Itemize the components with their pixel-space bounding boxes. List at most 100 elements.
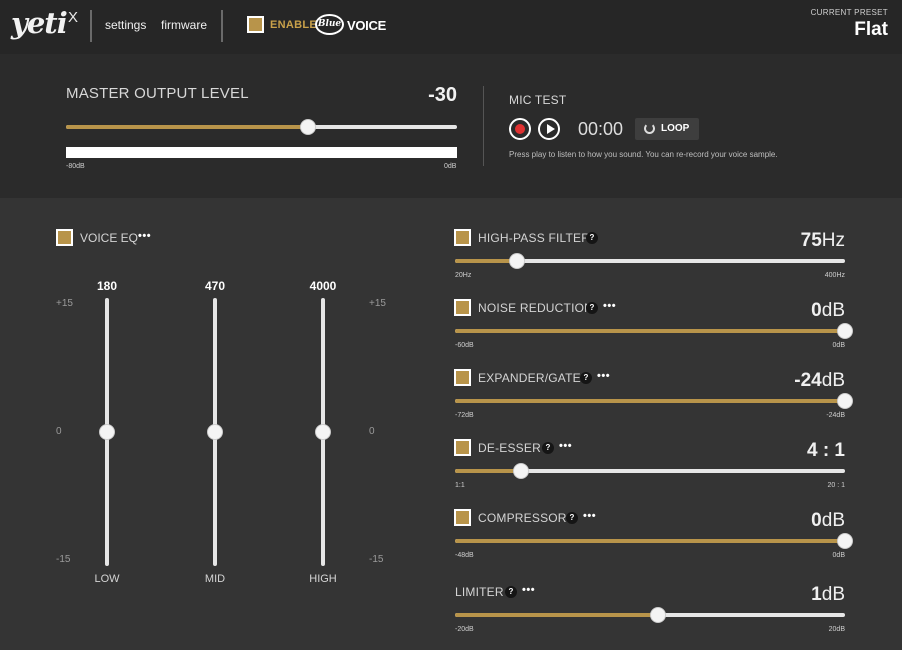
top-bar: yeti X settings firmware ENABLE Blue VOI… bbox=[0, 0, 902, 54]
help-icon[interactable]: ? bbox=[586, 302, 598, 314]
output-level-meter bbox=[66, 147, 457, 158]
yeti-x-suffix: X bbox=[68, 9, 79, 26]
noise-reduction-value: 0dB bbox=[811, 300, 845, 322]
limiter-knob[interactable] bbox=[649, 607, 666, 623]
record-button[interactable] bbox=[509, 118, 531, 140]
de-esser-slider[interactable] bbox=[455, 463, 845, 479]
limiter-value-number: 1 bbox=[811, 584, 822, 605]
voice-eq-checkbox[interactable] bbox=[56, 229, 73, 246]
eq-band-knob[interactable] bbox=[99, 424, 115, 440]
mic-test-title: MIC TEST bbox=[509, 93, 567, 107]
help-icon[interactable]: ? bbox=[542, 442, 554, 454]
expander-gate-slider[interactable] bbox=[455, 393, 853, 409]
eq-scale-mid: 0 bbox=[369, 426, 375, 437]
de-esser-value-number: 4 : 1 bbox=[806, 440, 845, 461]
noise-reduction-menu-icon[interactable]: ••• bbox=[603, 300, 616, 312]
high-pass-filter-value-number: 75 bbox=[800, 230, 822, 251]
compressor-value-number: 0 bbox=[811, 510, 822, 531]
enable-label: ENABLE bbox=[270, 19, 318, 31]
noise-reduction-fill bbox=[455, 329, 845, 333]
voice-eq-menu-icon[interactable]: ••• bbox=[138, 230, 151, 242]
expander-gate-knob[interactable] bbox=[837, 393, 853, 409]
eq-scale-top: +15 bbox=[369, 298, 386, 309]
high-pass-filter-value: 75Hz bbox=[801, 230, 845, 252]
blue-voice-label: VOICE bbox=[347, 18, 386, 33]
limiter-slider[interactable] bbox=[455, 607, 845, 623]
de-esser-value: 4 : 1 bbox=[807, 440, 845, 462]
master-output-title: MASTER OUTPUT LEVEL bbox=[66, 85, 249, 102]
noise-reduction-max-label: 0dB bbox=[832, 342, 845, 349]
de-esser-knob[interactable] bbox=[513, 463, 530, 479]
high-pass-filter-value-unit: Hz bbox=[821, 230, 845, 251]
de-esser-fill bbox=[455, 469, 522, 473]
play-button[interactable] bbox=[538, 118, 560, 140]
limiter-menu-icon[interactable]: ••• bbox=[522, 584, 535, 596]
loop-icon bbox=[644, 123, 655, 134]
eq-band-knob[interactable] bbox=[315, 424, 331, 440]
high-pass-filter-label: HIGH-PASS FILTER bbox=[478, 231, 591, 245]
eq-scale-mid: 0 bbox=[56, 426, 62, 437]
compressor-menu-icon[interactable]: ••• bbox=[583, 510, 596, 522]
compressor-min-label: -48dB bbox=[455, 552, 474, 559]
compressor-checkbox[interactable] bbox=[454, 509, 471, 526]
expander-gate-value-unit: dB bbox=[821, 370, 845, 391]
mic-test-description: Press play to listen to how you sound. Y… bbox=[509, 150, 778, 159]
master-output-fill bbox=[66, 125, 309, 129]
expander-gate-menu-icon[interactable]: ••• bbox=[597, 370, 610, 382]
noise-reduction-slider[interactable] bbox=[455, 323, 853, 339]
current-preset-value[interactable]: Flat bbox=[854, 19, 888, 41]
eq-band-name: LOW bbox=[94, 573, 120, 585]
eq-scale-bottom: -15 bbox=[369, 554, 384, 565]
play-icon bbox=[547, 124, 555, 134]
current-preset-caption: CURRENT PRESET bbox=[810, 8, 888, 17]
help-icon[interactable]: ? bbox=[586, 232, 598, 244]
eq-band-frequency: 470 bbox=[204, 279, 226, 293]
eq-band-frequency: 180 bbox=[96, 279, 118, 293]
high-pass-filter-knob[interactable] bbox=[509, 253, 526, 269]
compressor-slider[interactable] bbox=[455, 533, 853, 549]
de-esser-checkbox[interactable] bbox=[454, 439, 471, 456]
limiter-min-label: -20dB bbox=[455, 626, 474, 633]
noise-reduction-knob[interactable] bbox=[837, 323, 853, 339]
mic-test-timer: 00:00 bbox=[578, 119, 624, 139]
expander-gate-label: EXPANDER/GATE bbox=[478, 371, 581, 385]
high-pass-filter-max-label: 400Hz bbox=[824, 272, 845, 279]
eq-band-name: HIGH bbox=[309, 573, 337, 585]
compressor-label: COMPRESSOR bbox=[478, 511, 567, 525]
expander-gate-checkbox[interactable] bbox=[454, 369, 471, 386]
high-pass-filter-min-label: 20Hz bbox=[455, 272, 472, 279]
eq-band-knob[interactable] bbox=[207, 424, 223, 440]
master-output-value: -30 bbox=[428, 84, 457, 106]
header-divider bbox=[221, 10, 223, 42]
de-esser-label: DE-ESSER bbox=[478, 441, 541, 455]
yeti-logo: yeti bbox=[11, 6, 68, 40]
master-output-slider[interactable] bbox=[66, 119, 457, 135]
firmware-link[interactable]: firmware bbox=[161, 18, 207, 32]
limiter-max-label: 20dB bbox=[828, 626, 845, 633]
expander-gate-value-number: -24 bbox=[794, 370, 822, 391]
limiter-fill bbox=[455, 613, 658, 617]
de-esser-menu-icon[interactable]: ••• bbox=[559, 440, 572, 452]
compressor-knob[interactable] bbox=[837, 533, 853, 549]
settings-link[interactable]: settings bbox=[105, 18, 146, 32]
enable-voice-checkbox[interactable] bbox=[247, 16, 264, 33]
master-max-label: 0dB bbox=[444, 163, 457, 170]
loop-label: LOOP bbox=[661, 123, 690, 134]
help-icon[interactable]: ? bbox=[566, 512, 578, 524]
high-pass-filter-slider[interactable] bbox=[455, 253, 845, 269]
de-esser-max-label: 20 : 1 bbox=[827, 482, 845, 489]
limiter-label: LIMITER bbox=[455, 585, 504, 599]
help-icon[interactable]: ? bbox=[505, 586, 517, 598]
high-pass-filter-fill bbox=[455, 259, 518, 263]
expander-gate-value: -24dB bbox=[794, 370, 845, 392]
eq-band-frequency: 4000 bbox=[309, 279, 337, 293]
noise-reduction-checkbox[interactable] bbox=[454, 299, 471, 316]
eq-scale-top: +15 bbox=[56, 298, 73, 309]
high-pass-filter-checkbox[interactable] bbox=[454, 229, 471, 246]
noise-reduction-min-label: -60dB bbox=[455, 342, 474, 349]
loop-button[interactable]: LOOP bbox=[635, 118, 699, 140]
compressor-value: 0dB bbox=[811, 510, 845, 532]
help-icon[interactable]: ? bbox=[580, 372, 592, 384]
compressor-fill bbox=[455, 539, 845, 543]
expander-gate-min-label: -72dB bbox=[455, 412, 474, 419]
